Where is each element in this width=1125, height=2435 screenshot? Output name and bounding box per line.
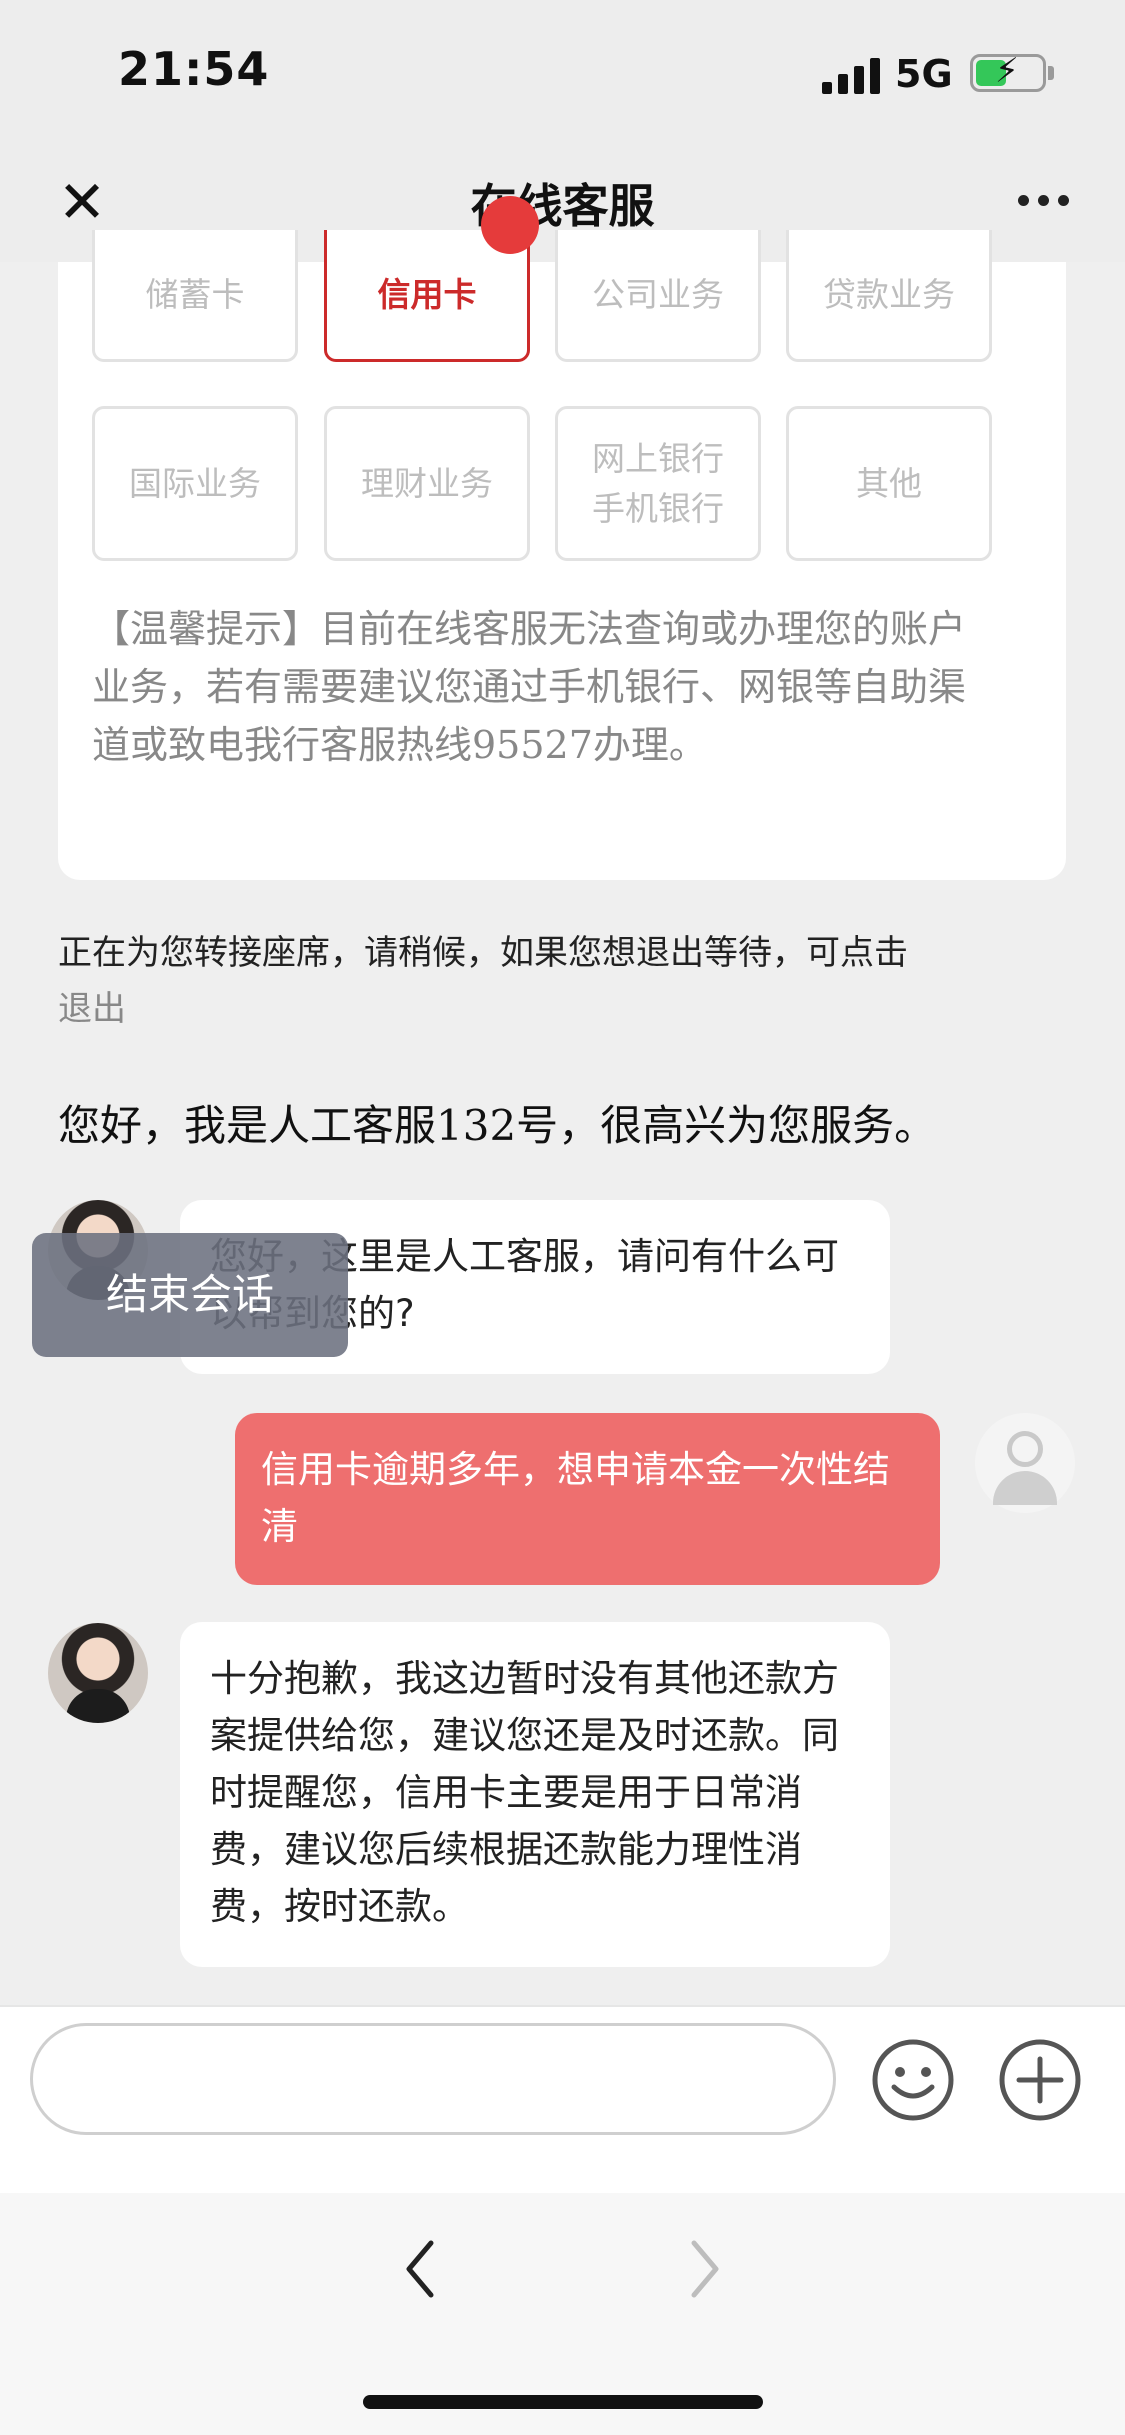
category-mobile-banking-label: 手机银行 [592,488,724,528]
battery-icon: ⚡ [970,51,1046,92]
signal-icon [822,56,880,94]
status-time: 21:54 [118,42,270,96]
category-wealth-management[interactable]: 理财业务 [324,406,530,561]
emoji-icon[interactable] [870,2037,956,2123]
warm-tip: 【温馨提示】目前在线客服无法查询或办理您的账户业务，若有需要建议您通过手机银行、… [92,607,967,767]
more-icon[interactable] [1008,190,1078,210]
category-international-business[interactable]: 国际业务 [92,406,298,561]
category-credit-card-label: 信用卡 [377,274,477,314]
transfer-notice-text: 正在为您转接座席，请稍候，如果您想退出等待，可点击 [58,933,908,973]
badge-dot [481,196,539,254]
forward-arrow-icon[interactable] [680,2233,730,2305]
agent-avatar [48,1623,148,1723]
user-avatar [975,1413,1075,1513]
category-loan-business[interactable]: 贷款业务 [786,230,992,362]
input-bar [0,2005,1125,2193]
category-credit-card[interactable]: 信用卡 [324,196,539,362]
end-session-button[interactable]: 结束会话 [32,1233,348,1357]
agent-message-2: 十分抱歉，我这边暂时没有其他还款方案提供给您，建议您还是及时还款。同时提醒您，信… [180,1622,890,1967]
category-card: 储蓄卡 信用卡 公司业务 贷款业务 国际业务 理财业务 网上银行 手机银行 其他… [58,196,1066,880]
category-online-banking-label: 网上银行 [592,438,724,478]
page-title: 在线客服 [470,179,655,233]
back-arrow-icon[interactable] [395,2233,445,2305]
category-savings-card[interactable]: 储蓄卡 [92,230,298,362]
home-indicator [363,2395,763,2409]
battery-tip [1048,66,1054,80]
category-online-mobile-banking[interactable]: 网上银行 手机银行 [555,406,761,561]
category-other[interactable]: 其他 [786,406,992,561]
welcome-message: 您好，我是人工客服132号，很高兴为您服务。 [58,1101,937,1150]
status-bar: 21:54 5G ⚡ [0,0,1125,150]
plus-icon[interactable] [997,2037,1083,2123]
exit-link[interactable]: 退出 [58,981,1018,1037]
transfer-notice: 正在为您转接座席，请稍候，如果您想退出等待，可点击 退出 [58,925,1018,1037]
category-corporate-business[interactable]: 公司业务 [555,230,761,362]
user-message-1: 信用卡逾期多年，想申请本金一次性结清 [235,1413,940,1585]
message-input[interactable] [30,2023,836,2135]
network-type: 5G [895,52,953,96]
